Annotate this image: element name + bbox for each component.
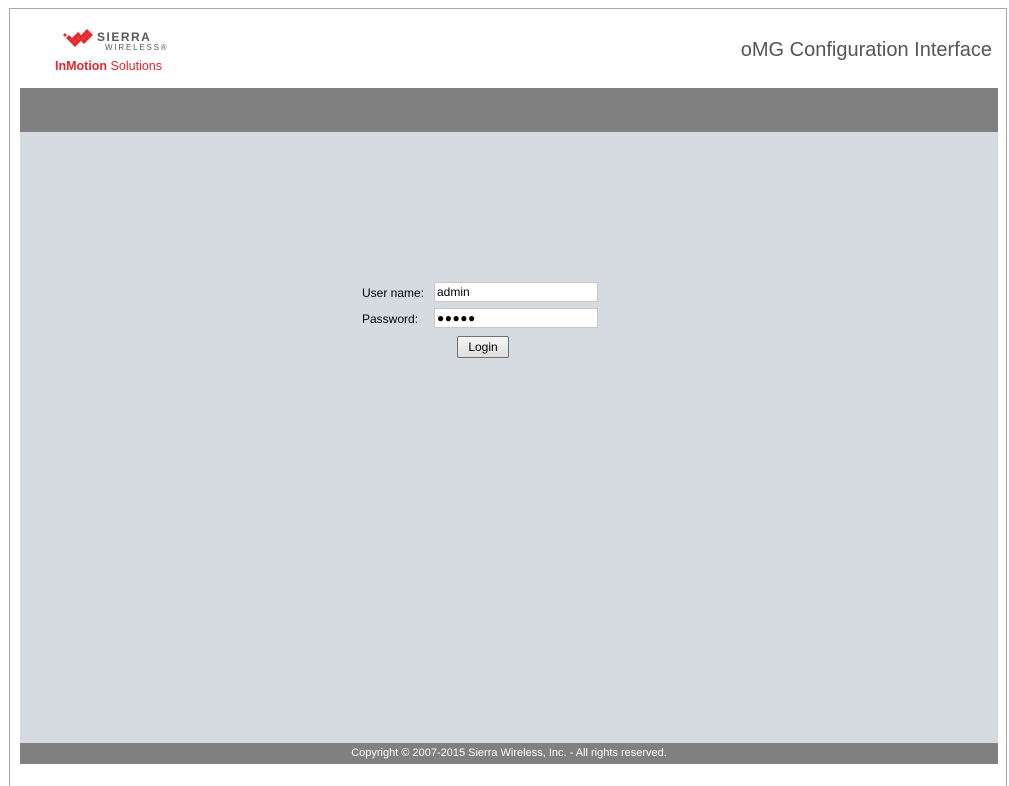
logo-sub-text: WIRELESS®: [105, 43, 169, 52]
sierra-wireless-logo-mark-icon: [63, 29, 93, 47]
password-label: Password:: [362, 312, 419, 326]
logo-tagline-bold: InMotion: [55, 59, 108, 73]
logo-tagline: InMotion Solutions: [55, 59, 162, 73]
header: SIERRA WIRELESS® InMotion Solutions oMG …: [10, 9, 1006, 87]
username-label: User name:: [362, 286, 425, 300]
login-button[interactable]: Login: [457, 336, 509, 358]
nav-bar: [20, 88, 998, 132]
app-title: oMG Configuration Interface: [740, 39, 992, 61]
logo-brand-text: SIERRA: [97, 30, 152, 44]
sierra-wireless-logo: SIERRA WIRELESS® InMotion Solutions: [55, 26, 185, 76]
logo-tagline-rest: Solutions: [107, 59, 162, 73]
main-content: [20, 132, 998, 743]
footer-copyright: Copyright © 2007-2015 Sierra Wireless, I…: [20, 743, 998, 764]
username-input[interactable]: admin: [434, 282, 598, 302]
password-input[interactable]: ●●●●●: [434, 308, 598, 328]
password-masked-value: ●●●●●: [437, 311, 476, 325]
